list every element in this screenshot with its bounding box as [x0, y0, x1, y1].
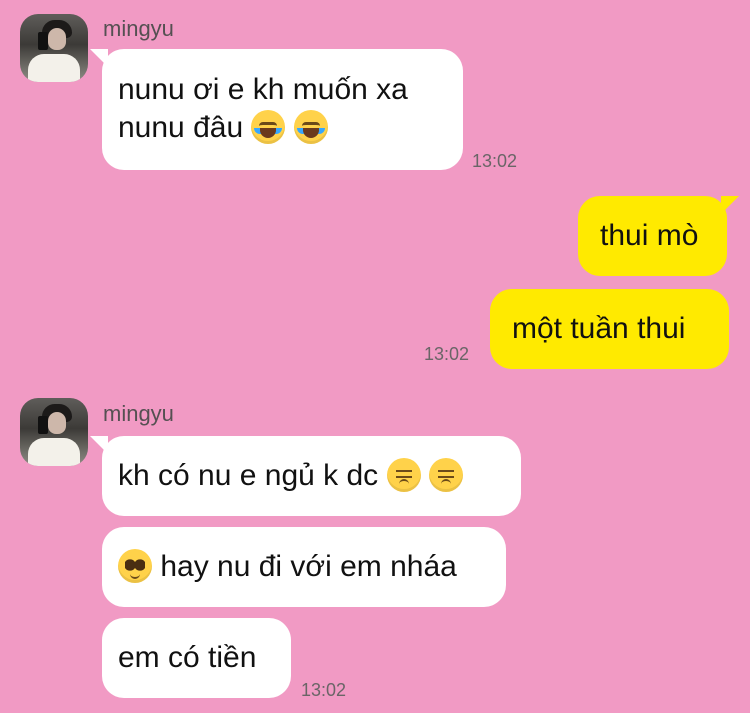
sender-name: mingyu: [103, 401, 174, 426]
message-text-line-2: nunu đâu: [118, 109, 447, 147]
sender-name: mingyu: [103, 16, 174, 41]
message-text: em có tiền: [118, 641, 257, 674]
message-bubble-incoming[interactable]: em có tiền: [102, 618, 291, 698]
pleading-face-icon: [118, 549, 152, 584]
contact-avatar[interactable]: [20, 398, 88, 466]
avatar-phone: [38, 416, 48, 434]
pensive-face-icon: [386, 458, 421, 493]
message-bubble-incoming[interactable]: kh có nu e ngủ k dc: [90, 436, 521, 516]
message-text: thui mò: [600, 219, 699, 252]
loudly-crying-face-icon: [293, 110, 328, 145]
message-timestamp: 13:02: [424, 344, 470, 364]
chat-window: mingyu nunu ơi e kh muốn xa nunu đâu 13:…: [0, 0, 750, 713]
avatar-shirt: [28, 438, 80, 466]
avatar-phone: [38, 32, 48, 50]
message-bubble-outgoing[interactable]: một tuần thui: [490, 289, 729, 369]
message-timestamp: 13:02: [301, 680, 347, 700]
message-bubble-incoming[interactable]: nunu ơi e kh muốn xa nunu đâu: [90, 49, 463, 170]
message-text: kh có nu e ngủ k dc: [118, 459, 379, 492]
pensive-face-icon: [428, 458, 463, 493]
message-text: hay nu đi với em nháa: [160, 550, 457, 583]
message-text: một tuần thui: [512, 312, 686, 345]
avatar-face: [48, 412, 66, 434]
contact-avatar[interactable]: [20, 14, 88, 82]
message-text-line-1: nunu ơi e kh muốn xa: [118, 73, 408, 106]
message-text: nunu đâu: [118, 111, 244, 144]
message-bubble-incoming[interactable]: hay nu đi với em nháa: [102, 527, 506, 607]
message-bubble-outgoing[interactable]: thui mò: [578, 196, 739, 276]
loudly-crying-face-icon: [251, 110, 286, 145]
avatar-face: [48, 28, 66, 50]
avatar-shirt: [28, 54, 80, 82]
message-timestamp: 13:02: [472, 151, 518, 171]
